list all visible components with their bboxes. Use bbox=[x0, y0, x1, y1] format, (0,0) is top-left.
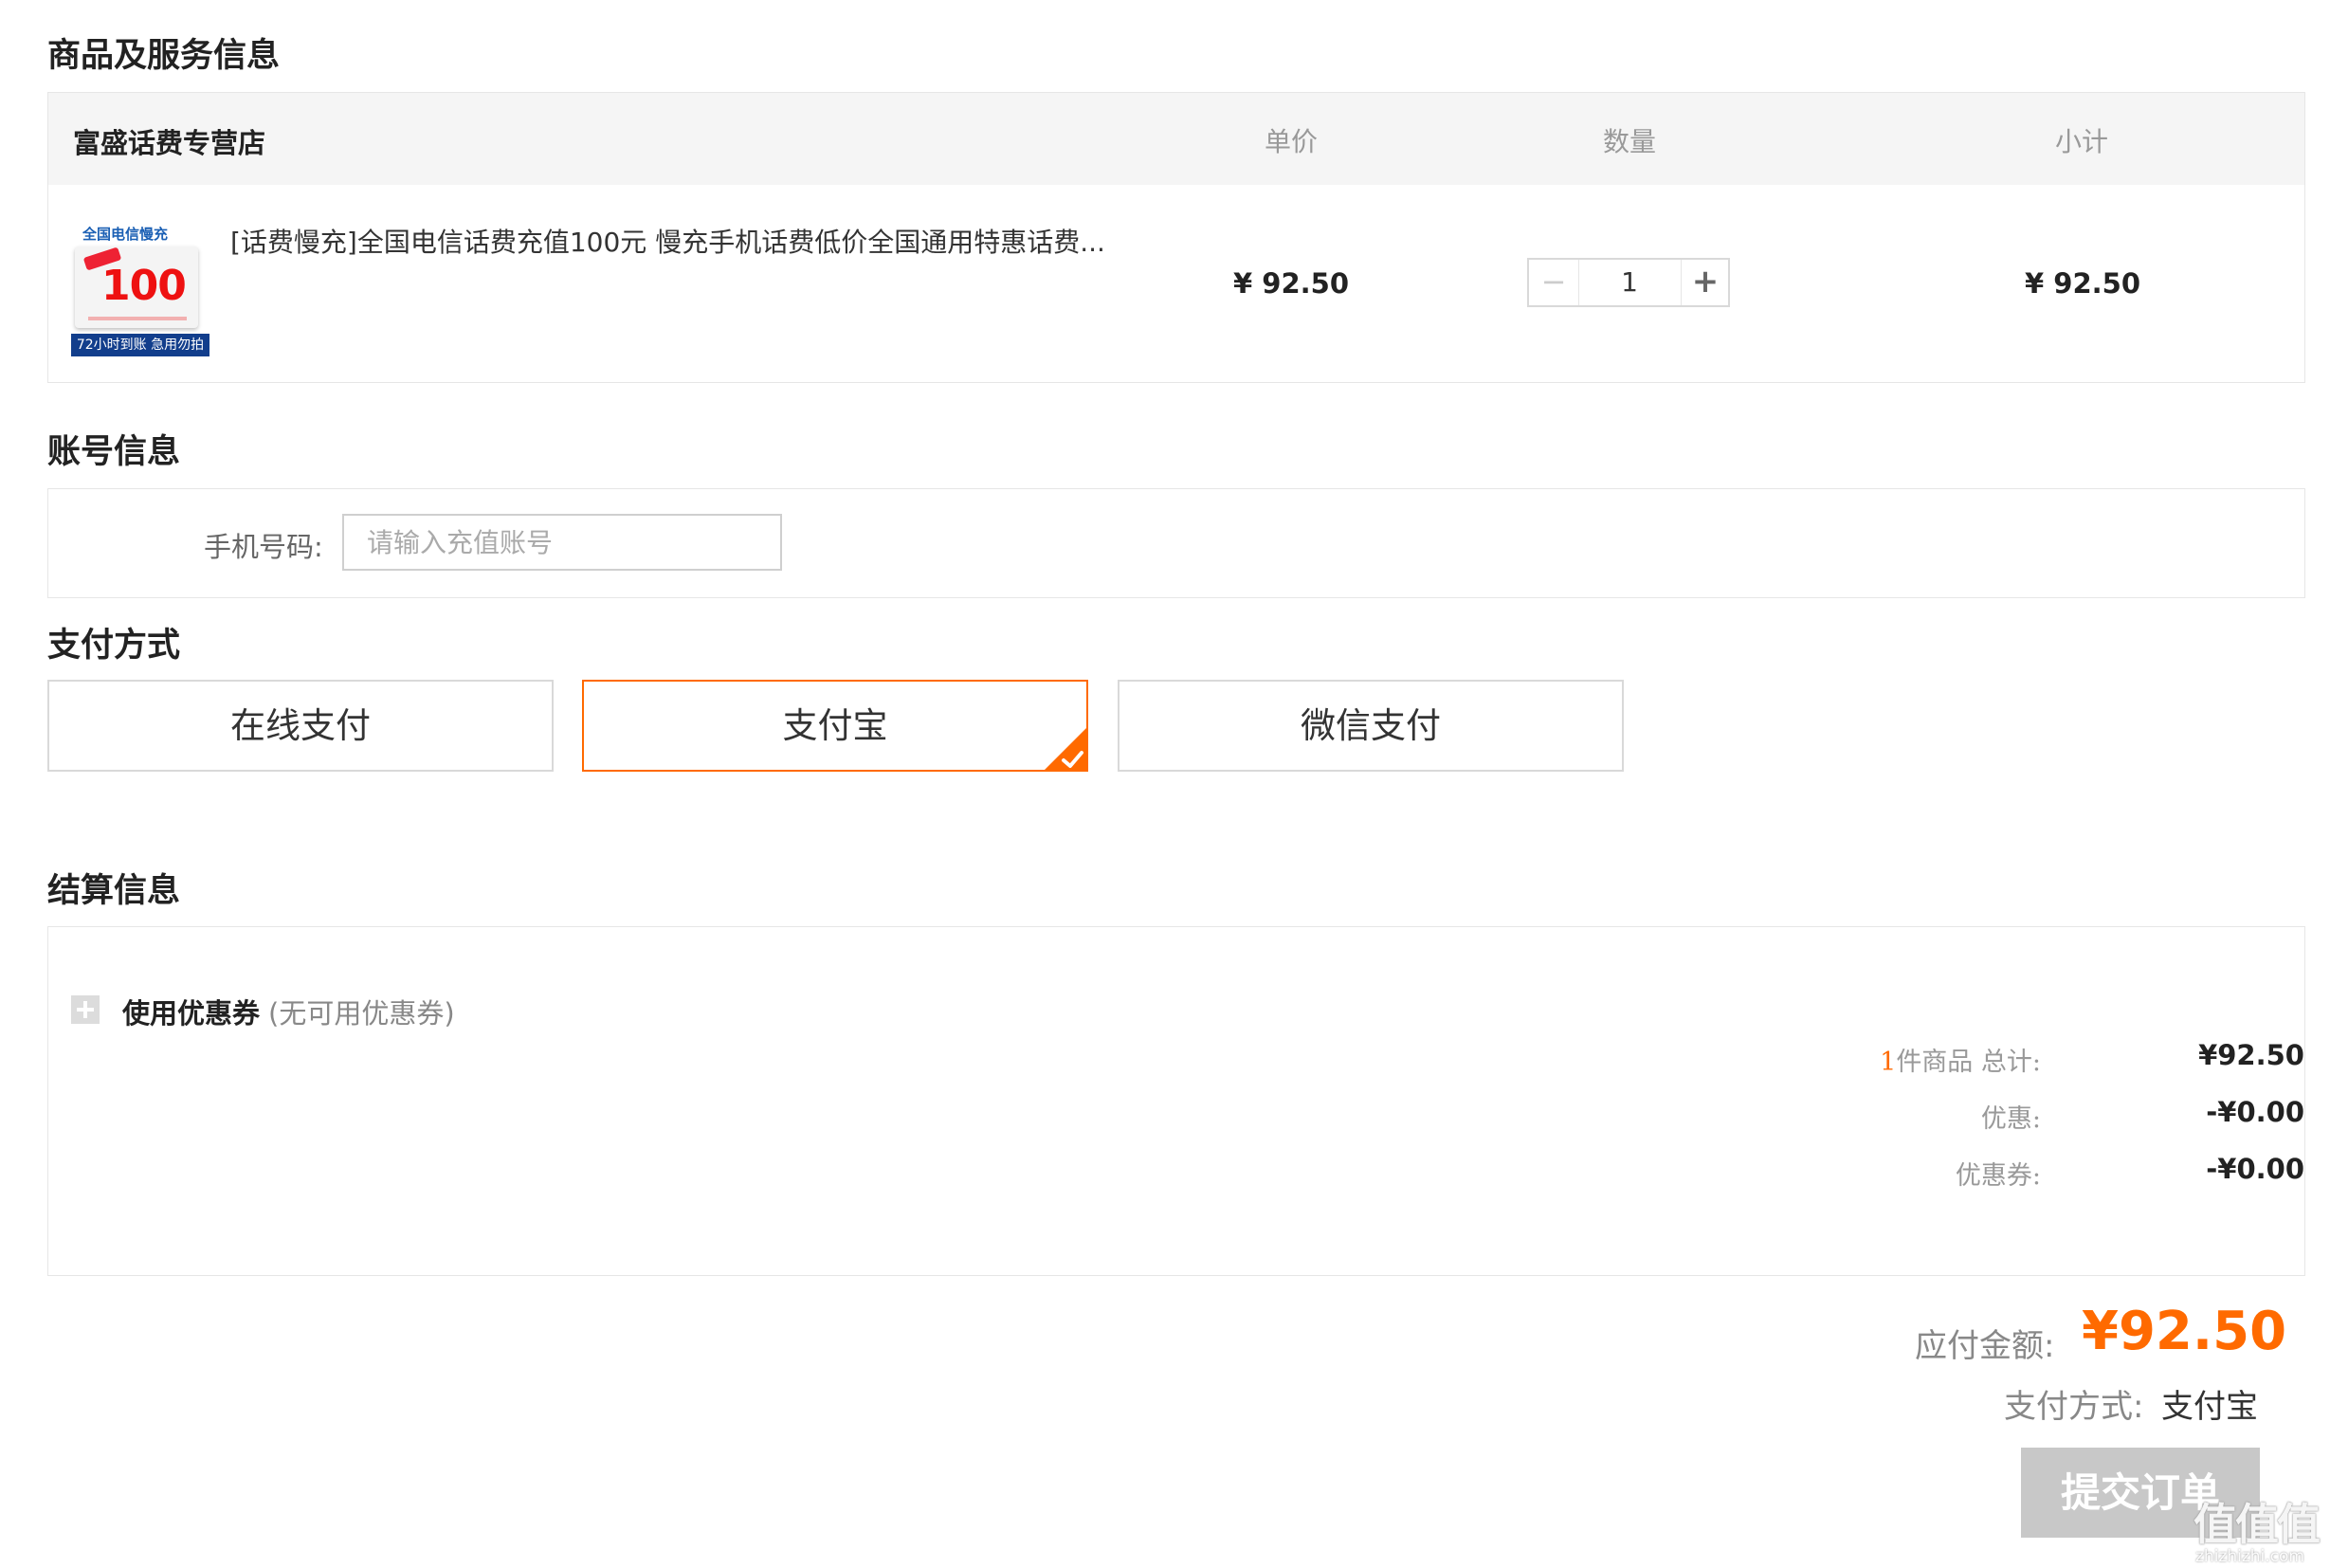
unit-price: ¥ 92.50 bbox=[1233, 267, 1350, 300]
pay-option-wechat[interactable]: 微信支付 bbox=[1118, 680, 1624, 772]
payable-label: 应付金额: bbox=[1915, 1327, 2055, 1365]
total-value: ¥92.50 bbox=[2198, 1039, 2304, 1071]
coupon-note: (无可用优惠券) bbox=[268, 997, 455, 1030]
thumb-card: 100 bbox=[75, 246, 198, 328]
quantity-plus-button[interactable]: + bbox=[1681, 260, 1729, 305]
discount-label: 优惠: bbox=[1980, 1104, 2041, 1134]
paymethod-value: 支付宝 bbox=[2161, 1388, 2258, 1426]
total-label: 1件商品 总计: bbox=[1783, 1041, 2041, 1078]
watermark-logo: 值值值 zhizhizhi.com bbox=[2186, 1490, 2330, 1568]
quantity-stepper: − 1 + bbox=[1527, 258, 1730, 307]
coupon-toggle-label[interactable]: 使用优惠券 bbox=[122, 992, 260, 1031]
section-title-payment: 支付方式 bbox=[47, 627, 181, 665]
plus-icon[interactable] bbox=[71, 995, 100, 1024]
section-title-goods: 商品及服务信息 bbox=[47, 37, 281, 75]
discount-value: -¥0.00 bbox=[2206, 1096, 2304, 1128]
store-name[interactable]: 富盛话费专营店 bbox=[73, 121, 265, 161]
product-name-link[interactable]: [话费慢充]全国电信话费充值100元 慢充手机话费低价全国通用特惠话费... bbox=[230, 222, 1131, 260]
quantity-input[interactable]: 1 bbox=[1578, 260, 1681, 305]
total-label-text: 件商品 总计: bbox=[1896, 1048, 2041, 1077]
product-thumbnail[interactable]: 全国电信慢充 100 72小时到账 急用勿拍 bbox=[71, 224, 209, 356]
section-title-settlement: 结算信息 bbox=[47, 872, 181, 910]
settlement-box: 使用优惠券 (无可用优惠券) 1件商品 总计: ¥92.50 优惠: -¥0.0… bbox=[47, 926, 2305, 1276]
thumb-brand-text: 全国电信慢充 bbox=[82, 226, 169, 243]
phone-label: 手机号码: bbox=[204, 531, 323, 563]
section-title-account: 账号信息 bbox=[47, 433, 181, 471]
check-icon bbox=[1045, 728, 1086, 770]
table-header: 富盛话费专营店 单价 数量 小计 bbox=[48, 93, 2304, 185]
quantity-minus-button[interactable]: − bbox=[1529, 260, 1579, 305]
thumb-value: 100 bbox=[101, 262, 187, 310]
payable-amount: ¥92.50 bbox=[2082, 1301, 2287, 1362]
header-subtotal: 小计 bbox=[2055, 126, 2109, 157]
watermark-text: 值值值 bbox=[2193, 1499, 2321, 1550]
pay-option-alipay[interactable]: 支付宝 bbox=[582, 680, 1088, 772]
pay-option-alipay-label: 支付宝 bbox=[782, 705, 888, 746]
phone-input[interactable] bbox=[342, 514, 782, 571]
thumb-fine-print bbox=[88, 317, 187, 320]
product-table: 富盛话费专营店 单价 数量 小计 全国电信慢充 100 72小时到账 急用勿拍 … bbox=[47, 92, 2305, 383]
watermark-url: zhizhizhi.com bbox=[2195, 1547, 2304, 1566]
coupon-discount-label: 优惠券: bbox=[1955, 1161, 2041, 1191]
thumb-strip: 72小时到账 急用勿拍 bbox=[71, 334, 209, 356]
header-unit-price: 单价 bbox=[1265, 126, 1319, 157]
item-count: 1 bbox=[1880, 1048, 1897, 1077]
paymethod-label: 支付方式: bbox=[2004, 1388, 2144, 1426]
coupon-discount-value: -¥0.00 bbox=[2206, 1153, 2304, 1185]
account-box: 手机号码: bbox=[47, 488, 2305, 598]
header-quantity: 数量 bbox=[1603, 126, 1657, 157]
subtotal: ¥ 92.50 bbox=[2025, 267, 2141, 300]
pay-option-online[interactable]: 在线支付 bbox=[47, 680, 554, 772]
